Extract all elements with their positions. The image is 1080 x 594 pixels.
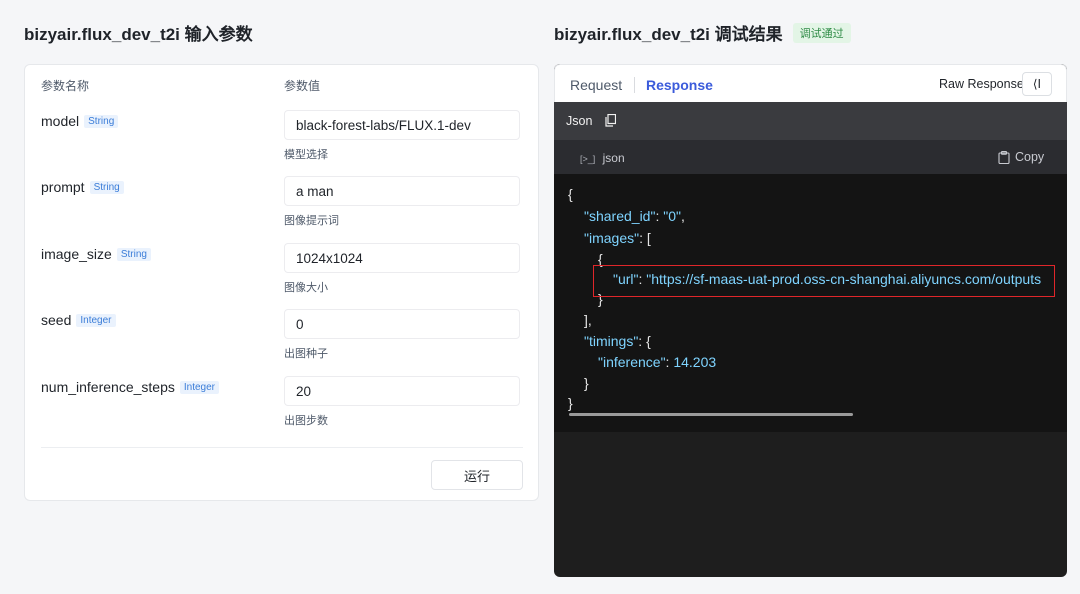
url-highlight-box — [593, 265, 1055, 297]
terminal-icon: [>_] — [580, 154, 596, 164]
status-badge: 调试通过 — [792, 22, 851, 43]
copy-code-button[interactable]: Copy — [998, 150, 1044, 164]
run-button[interactable]: 运行 — [431, 460, 523, 490]
param-name: model — [41, 113, 80, 129]
params-table-header: 参数名称 参数值 — [41, 77, 521, 94]
prompt-input[interactable] — [284, 176, 520, 206]
code-line: { — [568, 186, 573, 202]
result-title-row: bizyair.flux_dev_t2i 调试结果 调试通过 — [554, 20, 851, 45]
type-tag: Integer — [76, 313, 116, 327]
code-line: "shared_id": "0", — [584, 208, 685, 224]
param-hint: 图像大小 — [284, 282, 328, 294]
json-label: Json — [566, 114, 593, 128]
model-input[interactable] — [284, 110, 520, 140]
copy-icon[interactable] — [605, 114, 616, 127]
param-row-seed: seed Integer 出图种子 — [41, 309, 521, 372]
param-hint: 出图步数 — [284, 415, 328, 427]
param-hint: 图像提示词 — [284, 215, 339, 227]
code-line: "inference": 14.203 — [598, 354, 717, 370]
param-name: seed — [41, 312, 72, 328]
type-tag: Integer — [179, 380, 220, 394]
json-code-body: { "shared_id": "0", "images": [ { "url":… — [554, 174, 1067, 432]
image-size-input[interactable] — [284, 243, 520, 273]
code-line: ], — [584, 312, 592, 328]
result-panel: Request Response Raw Response ⟨I Json [>… — [554, 64, 1067, 577]
copy-label: Copy — [1015, 150, 1045, 164]
result-tabs: Request Response Raw Response ⟨I — [554, 64, 1067, 102]
param-hint: 出图种子 — [284, 348, 328, 360]
code-line: } — [584, 375, 589, 391]
clipboard-icon — [998, 150, 1010, 164]
raw-response-label: Raw Response — [939, 77, 1024, 91]
type-tag: String — [89, 180, 124, 194]
tab-request[interactable]: Request — [570, 77, 622, 93]
col-param-value: 参数值 — [284, 79, 321, 93]
code-block-header: [>_] json Copy — [554, 140, 1067, 174]
type-tag: String — [84, 114, 119, 128]
horizontal-scrollbar[interactable] — [569, 413, 853, 416]
divider — [41, 447, 523, 448]
param-row-num-inference-steps: num_inference_steps Integer 出图步数 — [41, 376, 521, 439]
json-toolbar: Json — [554, 102, 1067, 140]
num-inference-steps-input[interactable] — [284, 376, 520, 406]
debug-result-title: bizyair.flux_dev_t2i 调试结果 — [554, 25, 783, 44]
code-line: } — [568, 395, 573, 411]
param-row-model: model String 模型选择 — [41, 110, 521, 173]
tab-separator — [634, 77, 635, 93]
type-tag: String — [116, 247, 151, 261]
code-line: "images": [ — [584, 230, 651, 246]
tab-response[interactable]: Response — [646, 77, 713, 93]
code-line: "timings": { — [584, 333, 651, 349]
param-hint: 模型选择 — [284, 149, 328, 161]
code-language: json — [602, 151, 625, 165]
col-param-name: 参数名称 — [41, 79, 90, 93]
input-params-title: bizyair.flux_dev_t2i 输入参数 — [24, 25, 253, 44]
param-row-image-size: image_size String 图像大小 — [41, 243, 521, 306]
seed-input[interactable] — [284, 309, 520, 339]
param-row-prompt: prompt String 图像提示词 — [41, 176, 521, 239]
params-card: 参数名称 参数值 model String 模型选择 prompt String… — [24, 64, 539, 501]
param-name: num_inference_steps — [41, 379, 175, 395]
param-name: image_size — [41, 246, 112, 262]
param-name: prompt — [41, 179, 85, 195]
collapse-toggle-button[interactable]: ⟨I — [1022, 72, 1052, 96]
